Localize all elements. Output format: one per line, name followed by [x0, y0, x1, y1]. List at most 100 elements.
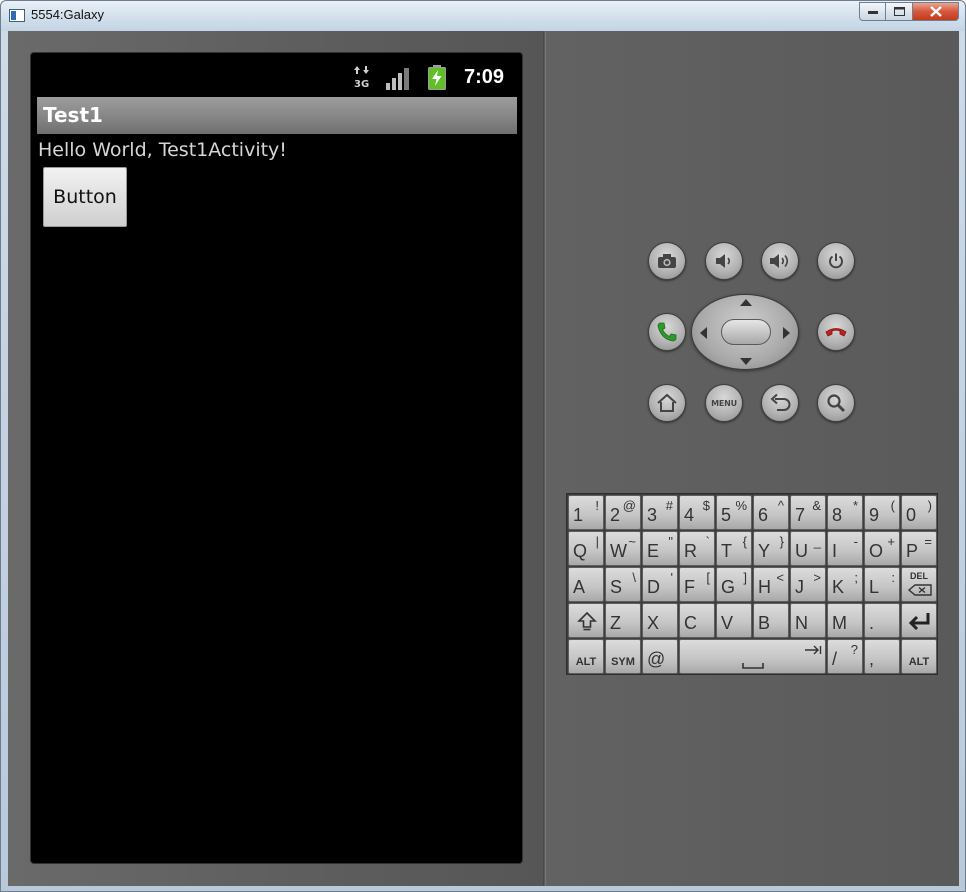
key-v[interactable]: V [716, 603, 752, 638]
dpad-left-icon[interactable] [700, 327, 707, 339]
key-c[interactable]: C [679, 603, 715, 638]
key-label: H [758, 577, 771, 597]
key-alt-left[interactable]: ALT [568, 639, 604, 674]
key-alt-label: > [813, 570, 821, 585]
key-o[interactable]: O + [864, 531, 900, 566]
key-g[interactable]: G] [716, 567, 752, 602]
key-s[interactable]: S \ [605, 567, 641, 602]
key-sym[interactable]: SYM [605, 639, 641, 674]
key-m[interactable]: M [827, 603, 863, 638]
back-button[interactable] [761, 384, 799, 422]
close-icon [929, 6, 942, 17]
key-k[interactable]: K; [827, 567, 863, 602]
home-icon [657, 393, 677, 412]
menu-button[interactable]: MENU [705, 384, 743, 422]
key-d[interactable]: D ' [642, 567, 678, 602]
key-r[interactable]: R ` [679, 531, 715, 566]
key-i[interactable]: I- [827, 531, 863, 566]
key-1[interactable]: 1! [568, 495, 604, 530]
menu-label: MENU [711, 398, 737, 408]
power-button[interactable] [817, 242, 855, 280]
key-label: S [610, 577, 623, 597]
key-label: 2 [610, 505, 621, 525]
key-h[interactable]: H < [753, 567, 789, 602]
key-del[interactable]: DEL [901, 567, 937, 602]
search-icon [827, 394, 846, 413]
dpad-down-icon[interactable] [740, 358, 752, 365]
keyboard-row-2: Q | W ~ E " R ` T{ Y} U _ I- O + P = [568, 531, 938, 567]
key-5[interactable]: 5% [716, 495, 752, 530]
search-button[interactable] [817, 384, 855, 422]
enter-icon [908, 613, 930, 630]
key-label: X [647, 613, 660, 633]
hello-text: Hello World, Test1Activity! [38, 139, 287, 161]
key-b[interactable]: B [753, 603, 789, 638]
app-title-bar: Test1 [37, 97, 517, 134]
key-0[interactable]: 0) [901, 495, 937, 530]
key-label: 5 [721, 505, 732, 525]
key-alt-label: & [812, 498, 821, 513]
key-z[interactable]: Z [605, 603, 641, 638]
device-left-panel: 3G 7:09 Test1 Hello World, Test1Activity… [8, 31, 544, 886]
volume-down-button[interactable] [705, 242, 743, 280]
key-t[interactable]: T{ [716, 531, 752, 566]
device-screen[interactable]: 3G 7:09 Test1 Hello World, Test1Activity… [30, 52, 523, 864]
key-alt-label: ` [705, 534, 710, 549]
minimize-button[interactable] [859, 2, 886, 21]
key-x[interactable]: X [642, 603, 678, 638]
end-call-button[interactable] [817, 313, 855, 351]
key-comma[interactable]: , [864, 639, 900, 674]
app-button[interactable]: Button [43, 167, 127, 227]
key-slash[interactable]: /? [827, 639, 863, 674]
dpad-center-button[interactable] [721, 319, 771, 345]
key-u[interactable]: U _ [790, 531, 826, 566]
key-2[interactable]: 2 @ [605, 495, 641, 530]
3g-data-icon: 3G [354, 66, 369, 89]
key-label: 4 [684, 505, 695, 525]
key-label: G [721, 577, 736, 597]
key-label: , [869, 649, 875, 669]
tab-icon [805, 645, 822, 655]
key-6[interactable]: 6 ^ [753, 495, 789, 530]
camera-button[interactable] [648, 242, 686, 280]
key-enter[interactable] [901, 603, 937, 638]
key-7[interactable]: 7 & [790, 495, 826, 530]
key-a[interactable]: A [568, 567, 604, 602]
key-alt-label: ; [854, 570, 858, 585]
key-shift[interactable] [568, 603, 604, 638]
key-y[interactable]: Y} [753, 531, 789, 566]
camera-icon [658, 254, 676, 268]
key-e[interactable]: E " [642, 531, 678, 566]
key-w[interactable]: W ~ [605, 531, 641, 566]
key-n[interactable]: N [790, 603, 826, 638]
volume-up-icon [770, 254, 789, 268]
key-alt-label: ! [595, 498, 599, 513]
key-j[interactable]: J > [790, 567, 826, 602]
key-period[interactable]: . [864, 603, 900, 638]
key-alt-label: $ [702, 498, 710, 513]
emulator-skin: 3G 7:09 Test1 Hello World, Test1Activity… [8, 31, 959, 886]
home-button[interactable] [648, 384, 686, 422]
key-p[interactable]: P = [901, 531, 937, 566]
volume-up-button[interactable] [761, 242, 799, 280]
key-3[interactable]: 3 # [642, 495, 678, 530]
dpad[interactable] [691, 294, 799, 370]
key-alt-label: } [779, 534, 784, 549]
key-space[interactable] [679, 639, 826, 674]
call-button[interactable] [648, 313, 686, 351]
key-alt-label: - [853, 534, 858, 549]
key-label: R [684, 541, 697, 561]
key-alt-right[interactable]: ALT [901, 639, 937, 674]
key-f[interactable]: F[ [679, 567, 715, 602]
key-8[interactable]: 8 * [827, 495, 863, 530]
key-4[interactable]: 4 $ [679, 495, 715, 530]
key-at[interactable]: @ [642, 639, 678, 674]
dpad-right-icon[interactable] [783, 327, 790, 339]
key-l[interactable]: L: [864, 567, 900, 602]
dpad-up-icon[interactable] [740, 299, 752, 306]
key-9[interactable]: 9( [864, 495, 900, 530]
close-button[interactable] [913, 2, 959, 21]
key-label: Y [758, 541, 771, 561]
key-q[interactable]: Q | [568, 531, 604, 566]
maximize-button[interactable] [886, 2, 913, 21]
